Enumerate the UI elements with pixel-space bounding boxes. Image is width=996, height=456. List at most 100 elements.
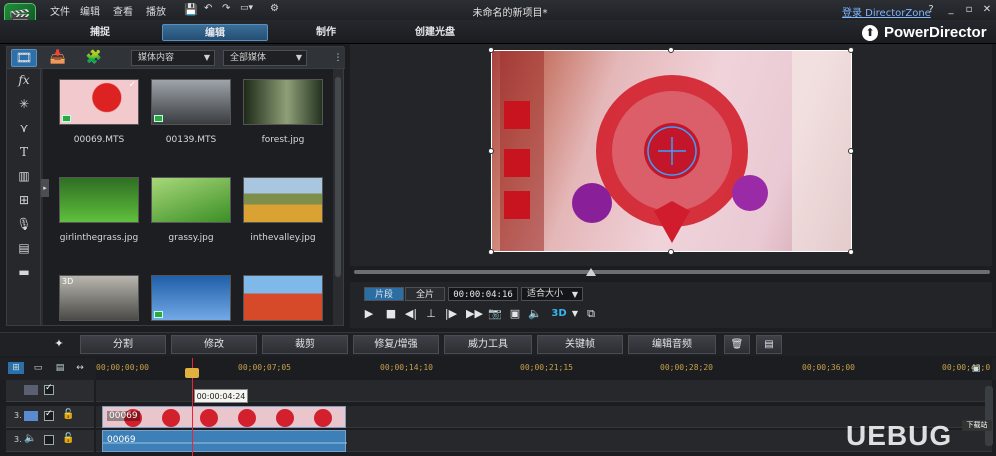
transition-room-icon[interactable]: ▥	[13, 167, 35, 185]
external-display-icon[interactable]: ▣	[508, 306, 522, 322]
stop-icon[interactable]: ■	[384, 306, 398, 322]
help-icon[interactable]: ?	[924, 3, 938, 16]
resize-handle[interactable]	[848, 249, 854, 255]
next-frame-icon[interactable]: |▶	[444, 306, 458, 322]
menu-play[interactable]: 播放	[146, 3, 166, 18]
media-item[interactable]: forest.jpg	[239, 79, 327, 145]
resize-handle[interactable]	[488, 148, 494, 154]
movie-mode-toggle[interactable]: 全片	[405, 287, 445, 301]
media-item[interactable]: 3D	[55, 275, 143, 321]
tab-capture[interactable]: 捕捉	[70, 24, 130, 41]
lock-icon[interactable]: 🔓	[62, 409, 74, 420]
redo-icon[interactable]: ↷	[222, 3, 230, 14]
media-item[interactable]: ✓ 00069.MTS	[55, 79, 143, 145]
close-icon[interactable]: ✕	[980, 3, 994, 16]
track-manager-icon[interactable]: ▤	[52, 362, 68, 374]
split-button[interactable]: 分割	[80, 335, 166, 354]
modify-button[interactable]: 修改	[171, 335, 257, 354]
timecode-display[interactable]: 00:00:04:16	[448, 287, 518, 301]
resize-handle[interactable]	[668, 249, 674, 255]
import-media-icon[interactable]: 📥	[45, 49, 71, 67]
library-scrollbar[interactable]	[335, 77, 341, 277]
snapshot-camera-icon[interactable]: 📷	[488, 306, 502, 322]
minimize-icon[interactable]: _	[944, 3, 958, 16]
media-filter-dropdown[interactable]: 全部媒体 ▼	[223, 50, 307, 66]
previous-frame-icon[interactable]: ◀|	[404, 306, 418, 322]
menu-view[interactable]: 查看	[113, 3, 133, 18]
subtitle-room-icon[interactable]: ▬	[13, 263, 35, 281]
track-enable-checkbox[interactable]	[44, 409, 54, 421]
trim-button[interactable]: 裁剪	[262, 335, 348, 354]
chevron-down-icon[interactable]: ▼	[568, 306, 582, 322]
directorzone-login-link[interactable]: 登录 DirectorZone	[842, 4, 931, 19]
preview-image	[500, 51, 851, 251]
audio-clip[interactable]: 00069	[102, 430, 347, 452]
media-item[interactable]: 00139.MTS	[147, 79, 235, 145]
media-item[interactable]: grassy.jpg	[147, 177, 235, 243]
media-item[interactable]	[239, 275, 327, 321]
undock-preview-icon[interactable]: ⧉	[584, 306, 598, 322]
media-item[interactable]	[147, 275, 235, 321]
keyframe-button[interactable]: 关键帧	[537, 335, 623, 354]
power-tools-button[interactable]: 威力工具	[444, 335, 532, 354]
clip-mode-toggle[interactable]: 片段	[364, 287, 404, 301]
delete-trash-icon[interactable]: 🗑	[724, 335, 750, 354]
video-badge-icon	[62, 115, 71, 122]
three-d-toggle[interactable]: 3D	[550, 306, 568, 322]
settings-gear-icon[interactable]: ⚙	[270, 3, 279, 14]
resize-handle[interactable]	[488, 47, 494, 53]
media-item[interactable]: inthevalley.jpg	[239, 177, 327, 243]
resize-handle[interactable]	[848, 148, 854, 154]
video-clip[interactable]: 00069	[102, 406, 346, 428]
fix-enhance-button[interactable]: 修复/增强	[353, 335, 439, 354]
menu-file[interactable]: 文件	[50, 3, 70, 18]
particle-room-icon[interactable]: ⋎	[13, 119, 35, 137]
lock-icon[interactable]: 🔓	[62, 433, 74, 444]
split-marker-icon[interactable]: ⊥	[424, 306, 438, 322]
resize-handle[interactable]	[668, 47, 674, 53]
timeline-vertical-scrollbar[interactable]	[985, 386, 993, 446]
room-sidebar: fx ✳ ⋎ T ▥ ⊞ 🎙 ▤ ▬	[7, 69, 41, 325]
title-room-icon[interactable]: T	[13, 143, 35, 161]
maximize-icon[interactable]: ▫	[962, 3, 976, 16]
timeline-cursor-handle[interactable]	[185, 368, 199, 378]
audio-mixing-icon[interactable]: ⊞	[13, 191, 35, 209]
plugins-icon[interactable]: 🧩	[81, 49, 107, 67]
voiceover-microphone-icon[interactable]: 🎙	[13, 215, 35, 233]
upgrade-icon[interactable]: ⬆	[862, 25, 878, 41]
storyboard-view-icon[interactable]: ▭	[30, 362, 46, 374]
track-enable-checkbox[interactable]	[44, 435, 54, 445]
chapter-room-icon[interactable]: ▤	[13, 239, 35, 257]
more-functions-icon[interactable]: ▤	[756, 335, 782, 354]
tab-edit[interactable]: 编辑	[162, 24, 268, 41]
magic-tools-icon[interactable]: ✦	[52, 336, 66, 352]
fit-timeline-icon[interactable]: ↔	[72, 362, 88, 374]
menu-edit[interactable]: 编辑	[80, 3, 100, 18]
media-room-icon[interactable]: 🎞	[11, 49, 37, 67]
media-item[interactable]: girlinthegrass.jpg	[55, 177, 143, 243]
panel-collapse-handle-icon[interactable]: ▸	[41, 179, 49, 197]
media-name: inthevalley.jpg	[250, 233, 316, 243]
preview-video-frame[interactable]	[491, 50, 852, 252]
resize-handle[interactable]	[848, 47, 854, 53]
tab-create-disc[interactable]: 创建光盘	[400, 24, 470, 41]
content-filter-dropdown[interactable]: 媒体内容 ▼	[131, 50, 215, 66]
more-options-icon[interactable]: ⋮	[333, 49, 343, 67]
undo-icon[interactable]: ↶	[204, 3, 212, 14]
track-enable-checkbox[interactable]	[44, 383, 54, 395]
preview-seek-bar[interactable]	[354, 270, 990, 274]
edit-audio-button[interactable]: 编辑音频	[628, 335, 716, 354]
play-icon[interactable]: ▶	[362, 306, 376, 322]
timeline-view-icon[interactable]: ⊞	[8, 362, 24, 374]
resize-handle[interactable]	[488, 249, 494, 255]
tab-produce[interactable]: 制作	[296, 24, 356, 41]
fast-forward-icon[interactable]: ▶▶	[466, 306, 483, 322]
fx-room-icon[interactable]: fx	[13, 71, 35, 89]
volume-icon[interactable]: 🔈	[528, 306, 542, 322]
zoom-fit-dropdown[interactable]: 适合大小 ▼	[521, 287, 583, 301]
save-icon[interactable]: 💾	[184, 3, 198, 16]
timeline-zoom-icon[interactable]: ▣	[968, 363, 984, 375]
pip-room-icon[interactable]: ✳	[13, 95, 35, 113]
aspect-ratio-icon[interactable]: ▭▾	[240, 3, 253, 13]
seek-slider-thumb[interactable]	[586, 268, 596, 276]
